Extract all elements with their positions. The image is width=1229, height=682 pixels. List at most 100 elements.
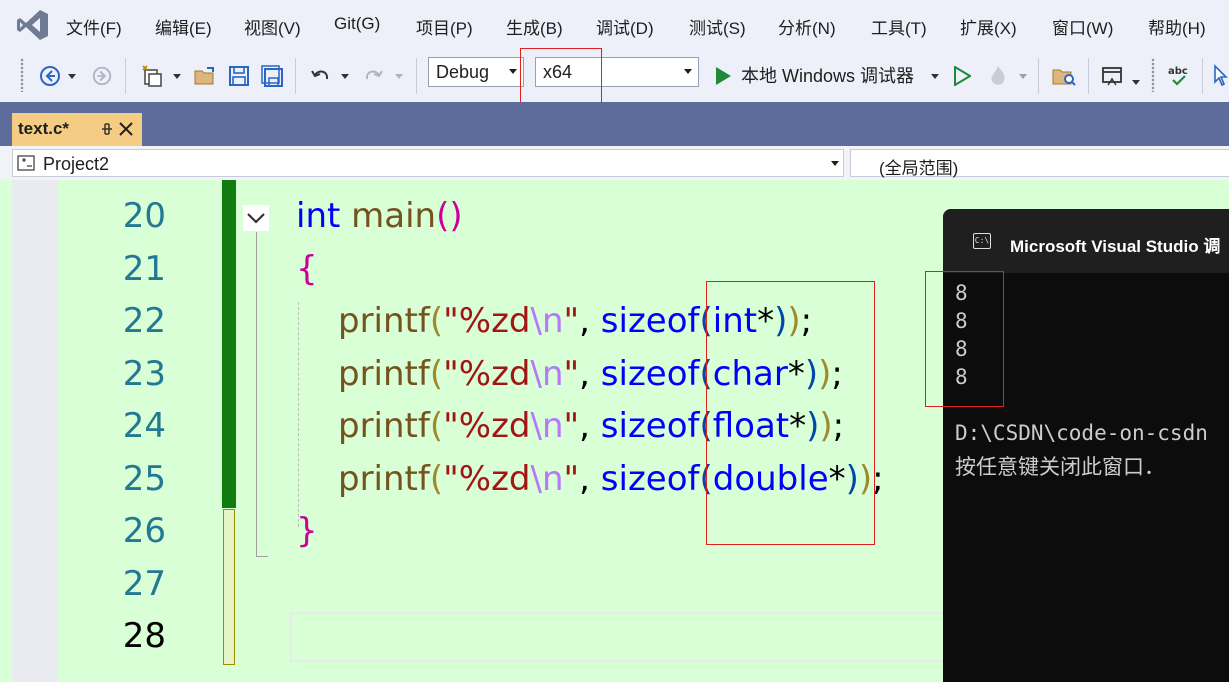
project-name: Project2 [43, 154, 110, 174]
project-dropdown[interactable]: Project2 [12, 149, 844, 177]
paren: ) [819, 406, 833, 446]
line-number: 27 [122, 564, 166, 604]
code-line: printf("%zd\n", sizeof(float*)); [338, 406, 844, 446]
start-without-debugging-icon[interactable] [950, 63, 974, 89]
console-output-line: 8 [955, 337, 968, 361]
debug-console-window[interactable]: C:\ Microsoft Visual Studio 调 8 8 8 8 D:… [943, 209, 1229, 682]
visual-studio-logo-icon[interactable] [16, 8, 50, 42]
paren: ) [774, 301, 788, 341]
configuration-value: Debug [436, 62, 490, 82]
pointer-star: * [789, 406, 807, 446]
menu-project[interactable]: 项目(P) [416, 14, 473, 39]
indicator-margin[interactable] [12, 180, 58, 682]
escape-sequence: \n [530, 301, 564, 341]
outline-line [256, 232, 257, 557]
paren: ( [429, 354, 444, 394]
menu-git[interactable]: Git(G) [334, 14, 380, 34]
spell-check-icon[interactable]: abc [1164, 63, 1194, 89]
solution-platform-dropdown[interactable]: x64 [535, 57, 699, 87]
solution-configuration-dropdown[interactable]: Debug [428, 57, 524, 87]
hot-reload-dropdown-icon[interactable] [1016, 63, 1030, 89]
navigate-back-icon[interactable] [36, 63, 64, 89]
start-debugging-icon[interactable] [711, 63, 735, 89]
type-keyword: float [712, 406, 790, 446]
save-all-icon[interactable] [258, 63, 286, 89]
string: " [563, 406, 580, 446]
paren: ) [818, 354, 832, 394]
punctuation: , [579, 354, 601, 394]
function-name: printf [338, 406, 430, 446]
hot-reload-icon[interactable] [984, 63, 1012, 89]
window-layout-icon[interactable] [1098, 63, 1126, 89]
pin-icon[interactable] [100, 121, 114, 142]
redo-dropdown-icon[interactable] [392, 63, 406, 89]
paren: ( [699, 459, 713, 499]
redo-icon[interactable] [360, 63, 388, 89]
toolbar-grip[interactable] [20, 58, 24, 92]
pointer-icon[interactable] [1210, 63, 1229, 89]
string: "%zd [443, 459, 531, 499]
function-name: printf [338, 301, 430, 341]
navigate-forward-icon[interactable] [88, 63, 116, 89]
console-app-icon: C:\ [973, 233, 991, 249]
close-tab-icon[interactable] [118, 121, 134, 142]
code-line: printf("%zd\n", sizeof(int*)); [338, 301, 812, 341]
menu-view[interactable]: 视图(V) [244, 14, 301, 39]
debugger-dropdown-icon[interactable] [928, 63, 942, 89]
menu-analyze[interactable]: 分析(N) [778, 14, 836, 39]
menu-extensions[interactable]: 扩展(X) [960, 14, 1017, 39]
escape-sequence: \n [530, 406, 564, 446]
undo-icon[interactable] [306, 63, 334, 89]
paren: ( [429, 301, 444, 341]
new-dropdown-icon[interactable] [170, 63, 184, 89]
string: "%zd [443, 301, 531, 341]
menu-tools[interactable]: 工具(T) [871, 14, 927, 39]
console-output-line: 8 [955, 281, 968, 305]
menu-window[interactable]: 窗口(W) [1052, 14, 1113, 39]
layout-dropdown-icon[interactable] [1129, 63, 1143, 89]
save-icon[interactable] [225, 63, 253, 89]
menu-debug[interactable]: 调试(D) [596, 14, 654, 39]
type-keyword: double [712, 459, 829, 499]
toolbar-grip-2[interactable] [1151, 58, 1155, 92]
code-line: { [296, 249, 318, 289]
menu-edit[interactable]: 编辑(E) [155, 14, 212, 39]
start-debugger-label[interactable]: 本地 Windows 调试器 [741, 62, 914, 88]
punctuation: ; [832, 406, 845, 446]
string: " [563, 459, 580, 499]
line-number: 23 [122, 354, 166, 394]
code-line: int main() [296, 196, 463, 236]
paren: ) [449, 196, 463, 236]
punctuation: , [579, 301, 601, 341]
punctuation: , [579, 459, 601, 499]
escape-sequence: \n [530, 459, 564, 499]
menu-test[interactable]: 测试(S) [689, 14, 746, 39]
function-name: printf [338, 459, 430, 499]
function-name: printf [338, 354, 430, 394]
menu-file[interactable]: 文件(F) [66, 14, 122, 39]
open-folder-icon[interactable] [191, 63, 219, 89]
paren: ( [699, 354, 713, 394]
find-in-files-icon[interactable] [1050, 63, 1078, 89]
configuration-chevron-down-icon [509, 69, 517, 74]
saved-changes-bar [222, 180, 236, 508]
current-line-number: 28 [122, 616, 166, 656]
menu-build[interactable]: 生成(B) [506, 14, 563, 39]
keyword: sizeof [600, 406, 700, 446]
project-chevron-down-icon [831, 161, 839, 166]
collapse-toggle-icon[interactable] [243, 205, 269, 231]
paren: ) [806, 406, 820, 446]
tab-filename: text.c* [18, 119, 70, 138]
paren: ) [787, 301, 801, 341]
tab-text-c[interactable]: text.c* [12, 113, 142, 146]
scope-dropdown[interactable]: (全局范围) [850, 149, 1229, 178]
punctuation: ; [872, 459, 884, 499]
line-number: 24 [122, 406, 166, 446]
menu-help[interactable]: 帮助(H) [1148, 14, 1206, 39]
undo-dropdown-icon[interactable] [338, 63, 352, 89]
type-keyword: char [712, 354, 788, 394]
console-title-bar[interactable]: C:\ Microsoft Visual Studio 调 [943, 209, 1229, 273]
console-path-line: D:\CSDN\code-on-csdn [955, 421, 1208, 445]
back-dropdown-icon[interactable] [66, 63, 78, 89]
new-project-icon[interactable] [138, 63, 168, 89]
